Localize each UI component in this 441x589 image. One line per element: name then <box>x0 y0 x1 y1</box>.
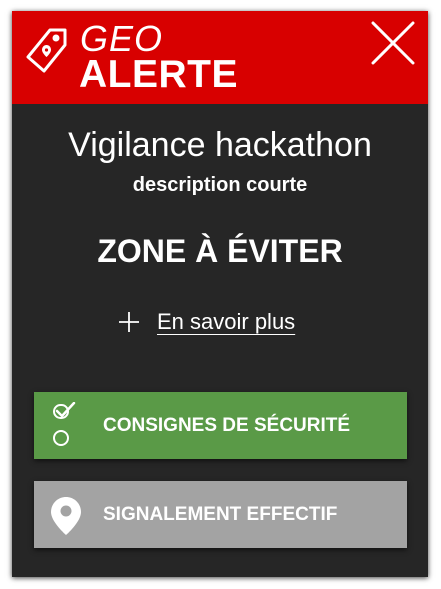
plus-icon <box>119 312 139 332</box>
close-icon[interactable] <box>370 20 416 66</box>
report-label: SIGNALEMENT EFFECTIF <box>103 504 338 525</box>
checklist-icon <box>53 402 76 446</box>
alert-title: Vigilance hackathon <box>68 126 372 164</box>
tag-icon <box>26 28 67 73</box>
safety-instructions-label: CONSIGNES DE SÉCURITÉ <box>103 415 351 436</box>
report-button[interactable]: SIGNALEMENT EFFECTIF <box>34 481 407 548</box>
brand-geo: GEO <box>80 18 164 59</box>
alert-panel: GEO ALERTE Vigilance hackathon descripti… <box>12 11 428 577</box>
app-header: GEO ALERTE <box>12 11 428 104</box>
zone-warning: ZONE À ÉVITER <box>97 233 343 269</box>
brand-alerte: ALERTE <box>79 53 238 96</box>
learn-more-label[interactable]: En savoir plus <box>157 309 295 335</box>
location-pin-icon <box>51 497 81 535</box>
safety-instructions-button[interactable]: CONSIGNES DE SÉCURITÉ <box>34 392 407 459</box>
alert-description: description courte <box>132 174 308 196</box>
